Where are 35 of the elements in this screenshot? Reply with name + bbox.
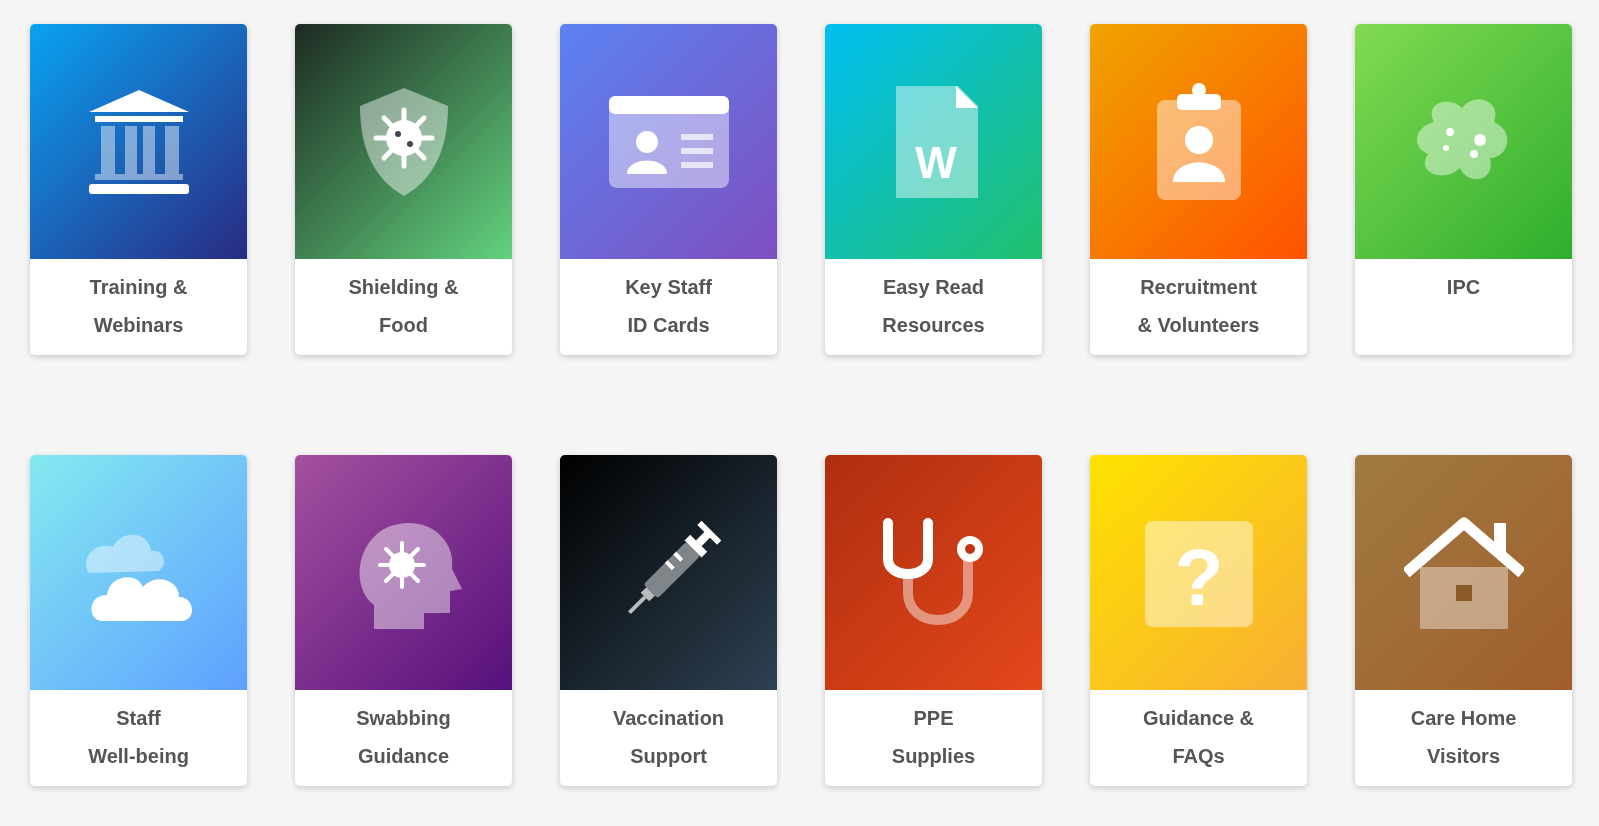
tile-label: Resources (882, 313, 985, 338)
tile-label: FAQs (1172, 744, 1225, 769)
tile-card[interactable]: Training & Webinars (30, 24, 247, 355)
tile-label: PPE (913, 706, 954, 731)
tile-label: Shielding & (348, 275, 459, 300)
tile-card[interactable]: IPC (1355, 24, 1572, 355)
tile-label: Staff (116, 706, 161, 731)
tile-label: Food (379, 313, 428, 338)
tile-label: Training & (89, 275, 188, 300)
tile-card[interactable]: Shielding & Food (295, 24, 512, 355)
tile-label: Well-being (88, 744, 189, 769)
tile-label: IPC (1446, 275, 1481, 300)
tile-label: Swabbing (356, 706, 451, 731)
tile-label: Guidance & (1142, 706, 1255, 731)
tile-card[interactable]: Staff Well-being (30, 455, 247, 786)
tile-card[interactable]: Vaccination Support (560, 455, 777, 786)
tile-card[interactable]: Key Staff ID Cards (560, 24, 777, 355)
tile-label: Webinars (93, 313, 184, 338)
tile-label: Vaccination (612, 706, 725, 731)
tile-card[interactable]: ? Guidance & FAQs (1090, 455, 1307, 786)
tile-label: ID Cards (627, 313, 710, 338)
tile-label: Easy Read (882, 275, 985, 300)
tile-label: & Volunteers (1137, 313, 1260, 338)
tile-label: Supplies (891, 744, 976, 769)
tile-card[interactable]: Recruitment & Volunteers (1090, 24, 1307, 355)
tile-card[interactable]: Care Home Visitors (1355, 455, 1572, 786)
tile-label: Guidance (357, 744, 450, 769)
tile-card[interactable]: Swabbing Guidance (295, 455, 512, 786)
tile-card[interactable]: PPE Supplies (825, 455, 1042, 786)
tile-label: Visitors (1427, 744, 1500, 769)
tile-label: Care Home (1410, 706, 1517, 731)
tile-card[interactable]: W Easy Read Resources (825, 24, 1042, 355)
tile-label: Key Staff (625, 275, 712, 300)
tile-label: Support (630, 744, 707, 769)
tile-label: Recruitment (1140, 275, 1257, 300)
